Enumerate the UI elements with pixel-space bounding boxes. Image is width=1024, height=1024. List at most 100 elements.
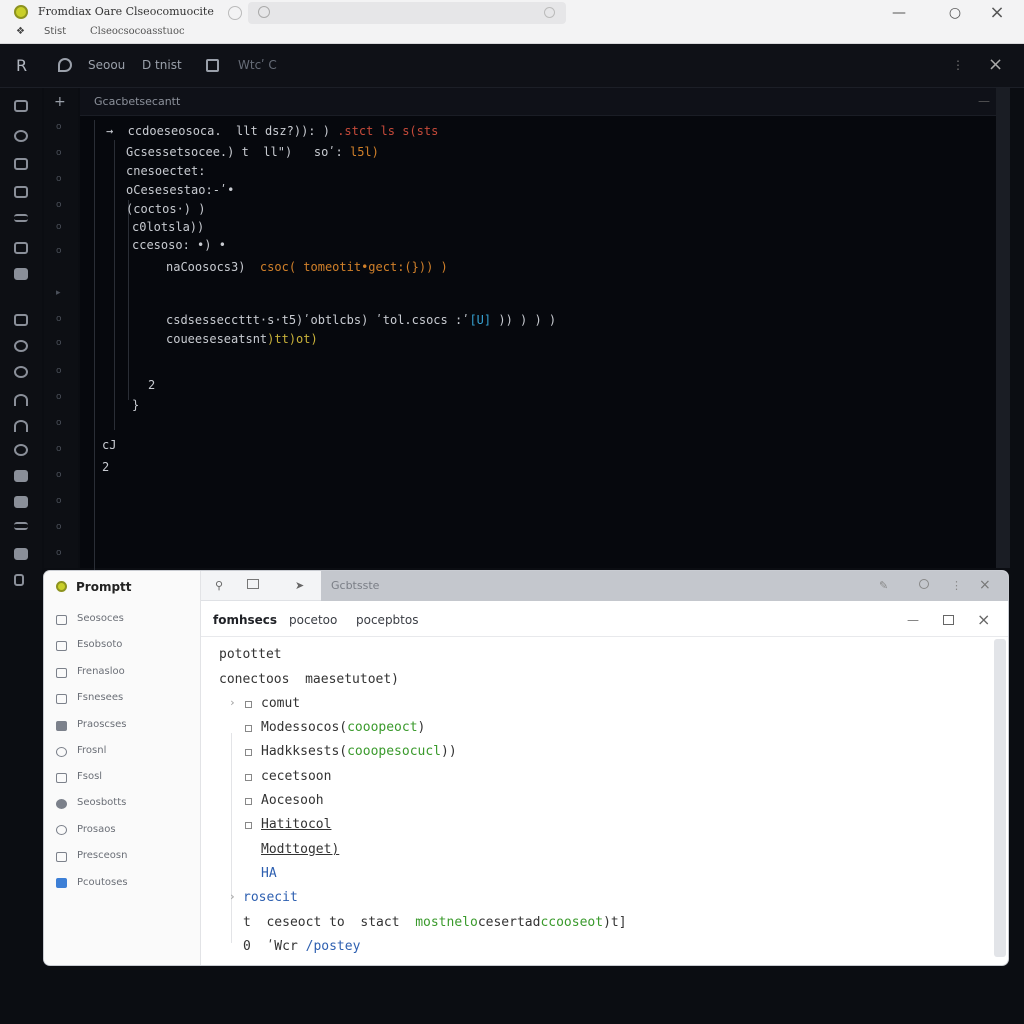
fold-marker[interactable]: o <box>56 522 62 532</box>
tree-item-link[interactable]: Hatitocol <box>261 817 331 832</box>
chevron-down-icon[interactable]: — <box>978 94 990 108</box>
toolbar-item[interactable]: D tnist <box>142 58 182 72</box>
sidebar-item[interactable]: Prosaos <box>77 824 116 835</box>
minimize-icon[interactable]: — <box>907 613 919 627</box>
box-icon[interactable] <box>14 496 28 508</box>
folder-icon[interactable] <box>14 314 28 326</box>
sidebar-item[interactable]: Pcoutoses <box>77 877 128 888</box>
sidebar-item[interactable]: Seosoces <box>77 613 124 624</box>
pin-icon[interactable]: ⚲ <box>215 579 223 592</box>
tree-item[interactable]: Modessocos(cooopeoct) <box>261 720 425 735</box>
fold-marker[interactable]: o <box>56 392 62 402</box>
editor-tab[interactable]: Gcacbetsecantt <box>94 95 180 108</box>
prompt-tab[interactable]: Gcbtsste ✎ ⋮ × <box>321 571 1008 601</box>
fold-marker[interactable]: o <box>56 148 62 158</box>
breadcrumb-item[interactable]: Stist <box>44 26 66 37</box>
fold-marker[interactable]: o <box>56 122 62 132</box>
circle-icon[interactable] <box>14 444 28 456</box>
fold-marker[interactable]: o <box>56 338 62 348</box>
menu-item[interactable]: pocepbtos <box>356 613 418 627</box>
edit-icon[interactable]: ✎ <box>879 579 888 592</box>
fold-marker[interactable]: o <box>56 314 62 324</box>
list-icon[interactable] <box>14 214 28 222</box>
source-control-icon[interactable] <box>14 158 28 170</box>
sidebar-item[interactable]: Fsnesees <box>77 692 123 703</box>
breadcrumb-item[interactable]: Clseocsocoasstuoc <box>90 26 185 37</box>
search-input[interactable] <box>248 2 566 24</box>
box-icon[interactable] <box>14 470 28 482</box>
sidebar-item[interactable]: Praoscses <box>77 719 127 730</box>
fold-marker[interactable]: o <box>56 470 62 480</box>
toolbar-item[interactable]: Wtcʹ C <box>238 58 277 72</box>
toolbar-item[interactable]: Seoou <box>88 58 125 72</box>
tree-item[interactable]: Aocesooh <box>261 793 324 808</box>
sidebar-item[interactable]: Presceosn <box>77 850 127 861</box>
fold-marker[interactable]: o <box>56 418 62 428</box>
search-icon[interactable] <box>14 130 28 142</box>
fold-marker[interactable]: o <box>56 200 62 210</box>
fold-marker[interactable]: o <box>56 548 62 558</box>
fold-marker[interactable]: o <box>56 366 62 376</box>
box-icon[interactable] <box>14 548 28 560</box>
editor-scrollbar[interactable] <box>996 88 1010 568</box>
history-icon[interactable] <box>919 579 929 589</box>
terminal-icon[interactable] <box>14 268 28 280</box>
close-panel-button[interactable]: × <box>988 54 1003 75</box>
bracket-icon[interactable] <box>14 574 24 586</box>
extensions-icon[interactable] <box>14 242 28 254</box>
panel-icon[interactable] <box>206 59 219 72</box>
tree-item[interactable]: comut <box>261 696 300 711</box>
sidebar-item[interactable]: Seosbotts <box>77 797 126 808</box>
tree-item[interactable]: Hadkksests(cooopesocucl)) <box>261 744 457 759</box>
prompt-scrollbar[interactable] <box>994 639 1006 957</box>
quick-action-icon[interactable]: ❖ <box>16 26 25 37</box>
menu-item[interactable]: fomhsecs <box>213 613 277 627</box>
chevron-right-icon[interactable]: › <box>229 696 236 709</box>
menu-item[interactable]: pocetoo <box>289 613 337 627</box>
maximize-button[interactable]: ○ <box>940 4 970 22</box>
fold-marker[interactable]: o <box>56 444 62 454</box>
list-icon[interactable] <box>14 522 28 530</box>
account-icon[interactable] <box>14 366 28 378</box>
chevron-up-icon[interactable] <box>14 420 28 432</box>
prompt-content[interactable]: potottet conectoos maesetutoet) › comut … <box>201 637 995 965</box>
clear-icon[interactable] <box>544 7 555 18</box>
fold-marker[interactable]: o <box>56 496 62 506</box>
add-icon[interactable]: + <box>54 94 66 110</box>
more-icon[interactable]: ⋮ <box>951 579 962 592</box>
checkbox[interactable] <box>245 774 252 781</box>
close-tab-icon[interactable]: × <box>979 577 991 593</box>
send-icon[interactable]: ➤ <box>295 579 304 592</box>
refresh-icon[interactable] <box>58 58 72 72</box>
fold-marker[interactable]: o <box>56 222 62 232</box>
code-editor[interactable] <box>80 88 996 568</box>
maximize-icon[interactable] <box>943 615 954 625</box>
tree-item[interactable]: rosecit <box>243 890 298 905</box>
sidebar-item[interactable]: Frosnl <box>77 745 106 756</box>
sidebar-item[interactable]: Frenasloo <box>77 666 125 677</box>
explorer-icon[interactable] <box>14 100 28 112</box>
minimize-button[interactable]: — <box>884 4 914 22</box>
checkbox[interactable] <box>245 798 252 805</box>
fold-marker[interactable]: o <box>56 174 62 184</box>
chevron-right-icon[interactable]: › <box>229 890 236 903</box>
sidebar-item[interactable]: Esobsoto <box>77 639 122 650</box>
close-button[interactable]: × <box>982 4 1012 22</box>
tree-item[interactable]: cecetsoon <box>261 769 331 784</box>
checkbox[interactable] <box>245 822 252 829</box>
layout-icon[interactable] <box>247 579 259 589</box>
fold-marker[interactable]: o <box>56 246 62 256</box>
chevron-up-icon[interactable] <box>14 394 28 406</box>
tree-item[interactable]: HA <box>261 866 277 881</box>
fold-marker[interactable]: ▸ <box>56 288 61 298</box>
close-icon[interactable]: × <box>977 610 990 629</box>
run-icon[interactable] <box>14 186 28 198</box>
checkbox[interactable] <box>245 725 252 732</box>
checkbox[interactable] <box>245 749 252 756</box>
sidebar-item[interactable]: Fsosl <box>77 771 102 782</box>
checkbox[interactable] <box>245 701 252 708</box>
settings-icon[interactable] <box>14 340 28 352</box>
tree-item-link[interactable]: Modttoget) <box>261 842 339 857</box>
more-options-icon[interactable]: ⋮ <box>952 58 964 72</box>
nav-back-icon[interactable] <box>228 6 242 20</box>
